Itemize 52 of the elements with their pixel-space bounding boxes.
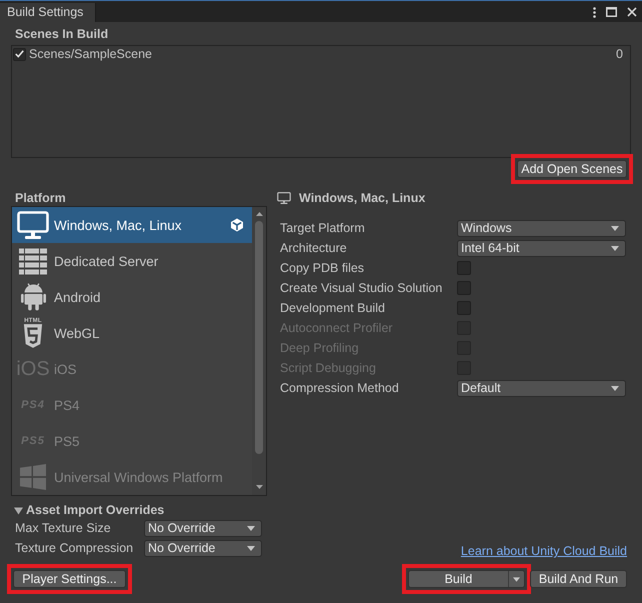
checkbox[interactable] — [457, 301, 471, 315]
platform-list-item[interactable]: Android — [12, 279, 252, 315]
dropdown[interactable]: No Override — [144, 540, 262, 556]
dropdown-caret-icon — [247, 526, 255, 530]
setting-label: Texture Compression — [15, 541, 134, 555]
shield-icon — [23, 324, 43, 348]
add-open-scenes-button[interactable]: Add Open Scenes — [517, 160, 627, 178]
section-title: Asset Import Overrides — [26, 503, 164, 517]
dropdown-caret-icon — [611, 246, 619, 250]
player-settings-button[interactable]: Player Settings... — [13, 570, 126, 588]
setting-label: Compression Method — [280, 381, 400, 395]
scroll-up-icon[interactable] — [256, 212, 262, 216]
section-title: Platform — [14, 191, 67, 205]
dropdown-caret-icon — [611, 386, 619, 390]
scene-name: Scenes/SampleScene — [29, 47, 152, 61]
dropdown[interactable]: No Override — [144, 520, 262, 536]
server-rack-icon — [19, 248, 47, 274]
scene-index: 0 — [616, 47, 624, 61]
setting-label: Max Texture Size — [15, 521, 112, 535]
dropdown-caret-icon — [247, 546, 255, 550]
scrollbar-thumb[interactable] — [255, 221, 263, 454]
window-tab[interactable]: Build Settings — [0, 3, 96, 22]
checkbox[interactable] — [457, 261, 471, 275]
monitor-icon — [277, 192, 291, 204]
dropdown-caret-icon — [611, 226, 619, 230]
dropdown[interactable]: Windows — [457, 220, 626, 236]
dropdown-caret-icon — [513, 576, 520, 582]
close-icon[interactable] — [627, 7, 637, 17]
checkbox[interactable] — [457, 281, 471, 295]
foldout-arrow-icon[interactable] — [14, 506, 23, 514]
setting-label: Copy PDB files — [280, 261, 366, 275]
android-robot-icon — [20, 282, 46, 312]
maximize-icon[interactable] — [606, 7, 617, 17]
setting-label: Target Platform — [280, 221, 366, 235]
monitor-icon — [17, 211, 49, 239]
windows-logo-icon — [20, 464, 46, 490]
setting-label: Architecture — [280, 241, 348, 255]
dropdown[interactable]: Default — [457, 380, 626, 396]
settings-title: Windows, Mac, Linux — [299, 191, 426, 205]
platform-list-item[interactable]: Dedicated Server — [12, 243, 252, 279]
scroll-down-icon[interactable] — [256, 485, 262, 489]
setting-label: Create Visual Studio Solution — [280, 281, 444, 295]
build-button[interactable]: Build — [408, 570, 525, 588]
cloud-build-link[interactable]: Learn about Unity Cloud Build — [460, 544, 627, 558]
dropdown[interactable]: Intel 64-bit — [457, 240, 626, 256]
setting-label: Development Build — [280, 301, 386, 315]
more-options-icon[interactable] — [593, 6, 596, 18]
platform-list-item[interactable]: Windows, Mac, Linux — [12, 207, 252, 243]
build-and-run-button[interactable]: Build And Run — [530, 570, 627, 588]
section-title: Scenes In Build — [14, 27, 110, 41]
checkmark-icon — [15, 50, 24, 58]
scene-checkbox[interactable] — [13, 48, 26, 60]
